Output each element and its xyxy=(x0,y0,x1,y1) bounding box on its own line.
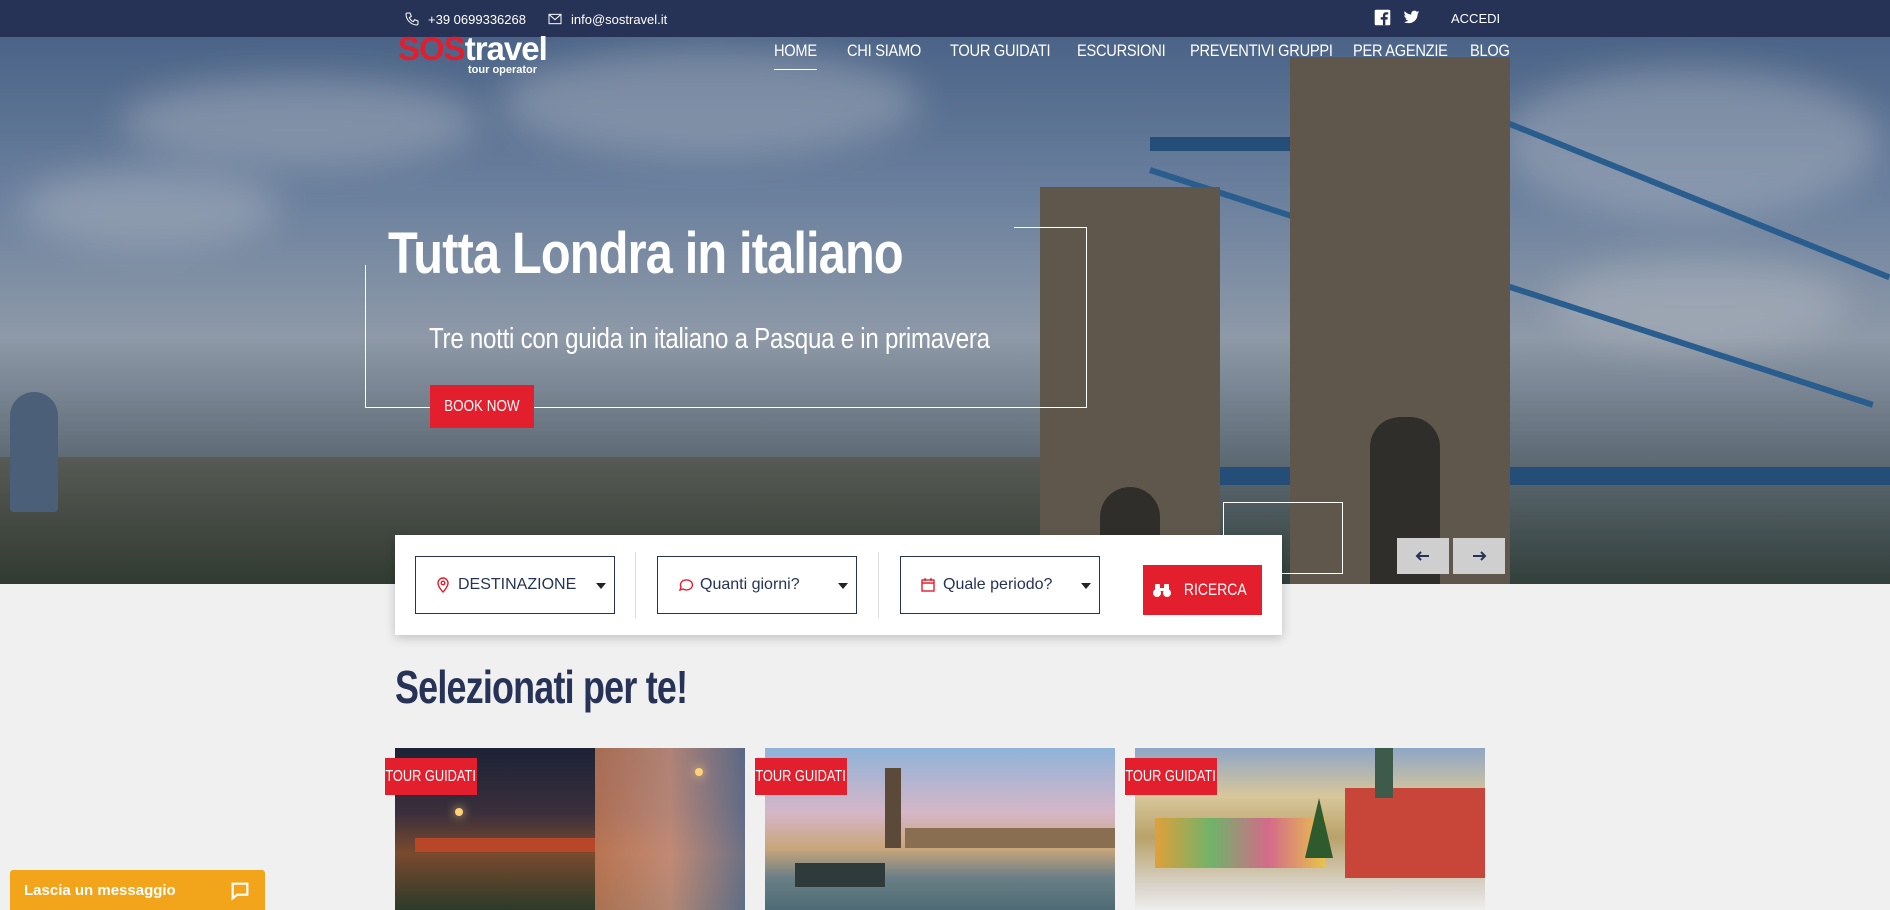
nav-item-blog[interactable]: BLOG xyxy=(1470,41,1510,61)
slider-next-button[interactable] xyxy=(1453,538,1505,574)
search-panel: DESTINAZIONE Quanti giorni? Quale period… xyxy=(395,535,1282,635)
map-pin-icon xyxy=(434,576,452,594)
logo-travel: travel xyxy=(464,30,548,67)
nav-item-escursioni[interactable]: ESCURSIONI xyxy=(1077,41,1166,61)
logo-wordmark: SOStravel xyxy=(398,30,548,67)
destination-label: DESTINAZIONE xyxy=(458,576,577,593)
days-select[interactable]: Quanti giorni? xyxy=(657,556,857,614)
phone-contact[interactable]: +39 0699336268 xyxy=(404,11,526,27)
chat-bubble-icon xyxy=(676,576,694,594)
destination-select[interactable]: DESTINAZIONE xyxy=(415,556,615,614)
phone-number: +39 0699336268 xyxy=(428,11,526,27)
tour-card-tag-label: TOUR GUIDATI xyxy=(385,767,477,785)
tour-card-tag: TOUR GUIDATI xyxy=(1125,758,1217,795)
calendar-icon xyxy=(919,576,937,594)
book-now-button[interactable]: BOOK NOW xyxy=(430,385,534,428)
nav-item-home[interactable]: HOME xyxy=(774,41,817,70)
tour-card-tag-label: TOUR GUIDATI xyxy=(1125,767,1217,785)
slider-prev-button[interactable] xyxy=(1397,538,1449,574)
chat-bubble-icon xyxy=(231,882,249,901)
nav-item-tour-guidati[interactable]: TOUR GUIDATI xyxy=(950,41,1051,61)
binoculars-icon xyxy=(1152,584,1171,597)
hero-subtitle: Tre notti con guida in italiano a Pasqua… xyxy=(429,323,990,355)
twitter-icon[interactable] xyxy=(1403,9,1420,26)
site-logo[interactable]: SOStravel tour operator xyxy=(398,30,548,76)
chevron-down-icon xyxy=(596,583,606,589)
period-select[interactable]: Quale periodo? xyxy=(900,556,1100,614)
section-title: Selezionati per te! xyxy=(395,660,688,714)
phone-icon xyxy=(405,12,419,26)
tour-card-tag: TOUR GUIDATI xyxy=(755,758,847,795)
tour-card-tag-label: TOUR GUIDATI xyxy=(755,767,847,785)
nav-item-per-agenzie[interactable]: PER AGENZIE xyxy=(1353,41,1448,61)
chevron-down-icon xyxy=(1081,583,1091,589)
search-button-label: RICERCA xyxy=(1183,580,1247,599)
book-now-label: BOOK NOW xyxy=(444,397,520,415)
chevron-down-icon xyxy=(838,583,848,589)
hero-title: Tutta Londra in italiano xyxy=(388,221,904,286)
search-button[interactable]: RICERCA xyxy=(1143,565,1262,615)
days-placeholder: Quanti giorni? xyxy=(700,576,800,593)
chat-label: Lascia un messaggio xyxy=(24,881,176,899)
nav-item-preventivi-gruppi[interactable]: PREVENTIVI GRUPPI xyxy=(1190,41,1333,61)
social-links xyxy=(1374,9,1420,26)
email-contact[interactable]: info@sostravel.it xyxy=(547,11,667,27)
search-divider xyxy=(878,552,879,618)
chat-widget[interactable]: Lascia un messaggio xyxy=(10,870,265,910)
tour-card-tag: TOUR GUIDATI xyxy=(385,758,477,795)
facebook-icon[interactable] xyxy=(1374,9,1391,26)
arrow-left-icon xyxy=(1415,551,1429,561)
email-address: info@sostravel.it xyxy=(571,11,668,27)
logo-sos: SOS xyxy=(398,30,466,67)
hero-frame-right xyxy=(1014,227,1087,407)
nav-item-chi-siamo[interactable]: CHI SIAMO xyxy=(847,41,921,61)
top-bar: +39 0699336268 info@sostravel.it ACCEDI xyxy=(0,0,1890,37)
arrow-right-icon xyxy=(1473,551,1487,561)
logo-tagline: tour operator xyxy=(468,64,538,76)
login-link[interactable]: ACCEDI xyxy=(1451,11,1500,26)
section-title-light: Selezionati xyxy=(395,661,584,713)
search-divider xyxy=(635,552,636,618)
section-title-bold: per te! xyxy=(583,661,688,713)
mail-icon xyxy=(548,13,562,25)
period-placeholder: Quale periodo? xyxy=(943,576,1053,593)
